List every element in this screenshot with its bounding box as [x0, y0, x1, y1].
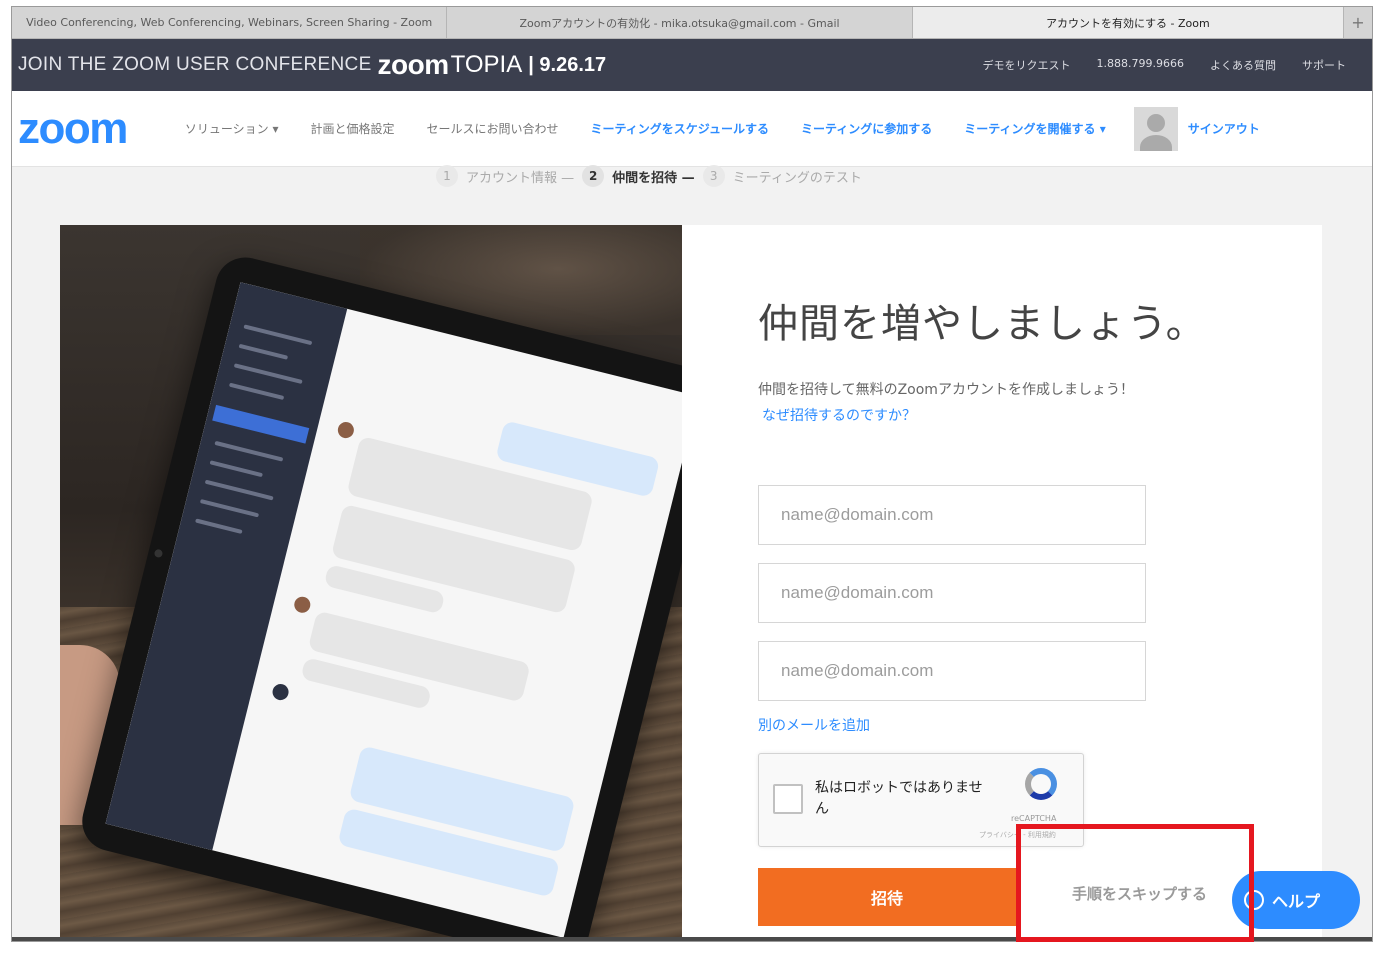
nav-items: ソリューション ▾ 計画と価格設定 セールスにお問い合わせ ミーティングをスケジ…: [185, 106, 1260, 151]
nav-plans-pricing[interactable]: 計画と価格設定: [311, 120, 395, 137]
promo-banner[interactable]: JOIN THE ZOOM USER CONFERENCE zoom TOPIA…: [12, 49, 606, 81]
step-number: 1: [436, 165, 458, 187]
step-label: ミーティングのテスト: [732, 170, 862, 186]
skip-step-highlight: [1016, 824, 1254, 942]
zoomtopia-brand-suffix: TOPIA: [450, 51, 523, 78]
tablet-screen: [105, 282, 682, 937]
browser-tab-zoom-home[interactable]: Video Conferencing, Web Conferencing, We…: [12, 7, 448, 38]
email-field-1[interactable]: [758, 485, 1146, 545]
nav-schedule-meeting[interactable]: ミーティングをスケジュールする: [591, 120, 769, 137]
step-number: 2: [582, 165, 605, 187]
phone-number[interactable]: 1.888.799.9666: [1097, 57, 1184, 73]
sign-out-link[interactable]: サインアウト: [1188, 120, 1260, 137]
request-demo-link[interactable]: デモをリクエスト: [983, 57, 1071, 73]
invite-button[interactable]: 招待: [758, 868, 1016, 926]
nav-contact-sales[interactable]: セールスにお問い合わせ: [427, 120, 559, 137]
browser-tab-bar: Video Conferencing, Web Conferencing, We…: [12, 7, 1372, 39]
help-label: ヘルプ: [1272, 892, 1321, 911]
sidebar-row: [195, 518, 243, 534]
email-field-3[interactable]: [758, 641, 1146, 701]
tablet-chat-photo: [60, 225, 682, 937]
email-field-2[interactable]: [758, 563, 1146, 623]
sidebar-row: [243, 324, 313, 346]
sidebar-selected-item: [212, 404, 310, 444]
captcha-label: 私はロボットではありません: [815, 780, 983, 817]
step-test-meeting: 3 ミーティングのテスト: [702, 165, 862, 187]
invite-description: 仲間を招待して無料のZoomアカウントを作成しましょう！: [758, 382, 1134, 398]
browser-tab-gmail[interactable]: Zoomアカウントの有効化 - mika.otsuka@gmail.com - …: [447, 7, 913, 38]
promo-links: デモをリクエスト 1.888.799.9666 よくある質問 サポート: [983, 57, 1372, 73]
sidebar-row: [199, 499, 260, 518]
why-invite-link[interactable]: なぜ招待するのですか？: [762, 405, 916, 425]
browser-window: Video Conferencing, Web Conferencing, We…: [11, 6, 1373, 942]
chat-avatar: [336, 420, 356, 440]
sidebar-row: [214, 440, 284, 462]
recaptcha-icon: [1025, 768, 1057, 800]
tablet-camera: [153, 548, 164, 559]
nav-host-meeting[interactable]: ミーティングを開催する ▾: [964, 120, 1105, 137]
captcha-checkbox[interactable]: [773, 784, 803, 814]
new-tab-button[interactable]: +: [1344, 7, 1372, 38]
zoom-logo[interactable]: zoom: [18, 104, 128, 154]
promo-text: JOIN THE ZOOM USER CONFERENCE: [18, 54, 372, 75]
sidebar-row: [228, 382, 285, 401]
step-invite-colleagues: 2 仲間を招待 —: [582, 165, 695, 187]
step-label: アカウント情報 —: [466, 170, 575, 186]
sidebar-row: [204, 479, 274, 501]
chat-avatar: [270, 682, 291, 702]
conference-promo-bar[interactable]: JOIN THE ZOOM USER CONFERENCE zoom TOPIA…: [12, 39, 1372, 91]
support-link[interactable]: サポート: [1302, 57, 1346, 73]
step-number: 3: [702, 165, 725, 187]
add-email-link[interactable]: 別のメールを追加: [758, 715, 870, 735]
nav-solutions[interactable]: ソリューション ▾: [185, 120, 279, 137]
main-nav: zoom ソリューション ▾ 計画と価格設定 セールスにお問い合わせ ミーティン…: [12, 91, 1372, 167]
chat-avatar: [292, 595, 313, 615]
user-avatar[interactable]: [1133, 106, 1178, 151]
promo-date: | 9.26.17: [528, 53, 607, 76]
step-account-info: 1 アカウント情報 —: [436, 165, 574, 187]
zoomtopia-brand: zoom: [377, 49, 450, 80]
sidebar-row: [233, 363, 303, 385]
recaptcha-brand: reCAPTCHA: [1011, 814, 1057, 823]
nav-join-meeting[interactable]: ミーティングに参加する: [801, 120, 932, 137]
browser-tab-activate-account[interactable]: アカウントを有効にする - Zoom: [912, 7, 1345, 38]
faq-link[interactable]: よくある質問: [1210, 57, 1276, 73]
step-label: 仲間を招待 —: [612, 170, 695, 186]
signup-stepper: 1 アカウント情報 — 2 仲間を招待 — 3 ミーティングのテスト: [436, 162, 862, 190]
tablet-device: [75, 251, 682, 937]
sidebar-row: [209, 460, 263, 478]
sidebar-row: [238, 343, 289, 360]
page-title: 仲間を増やしましょう。: [758, 301, 1207, 347]
